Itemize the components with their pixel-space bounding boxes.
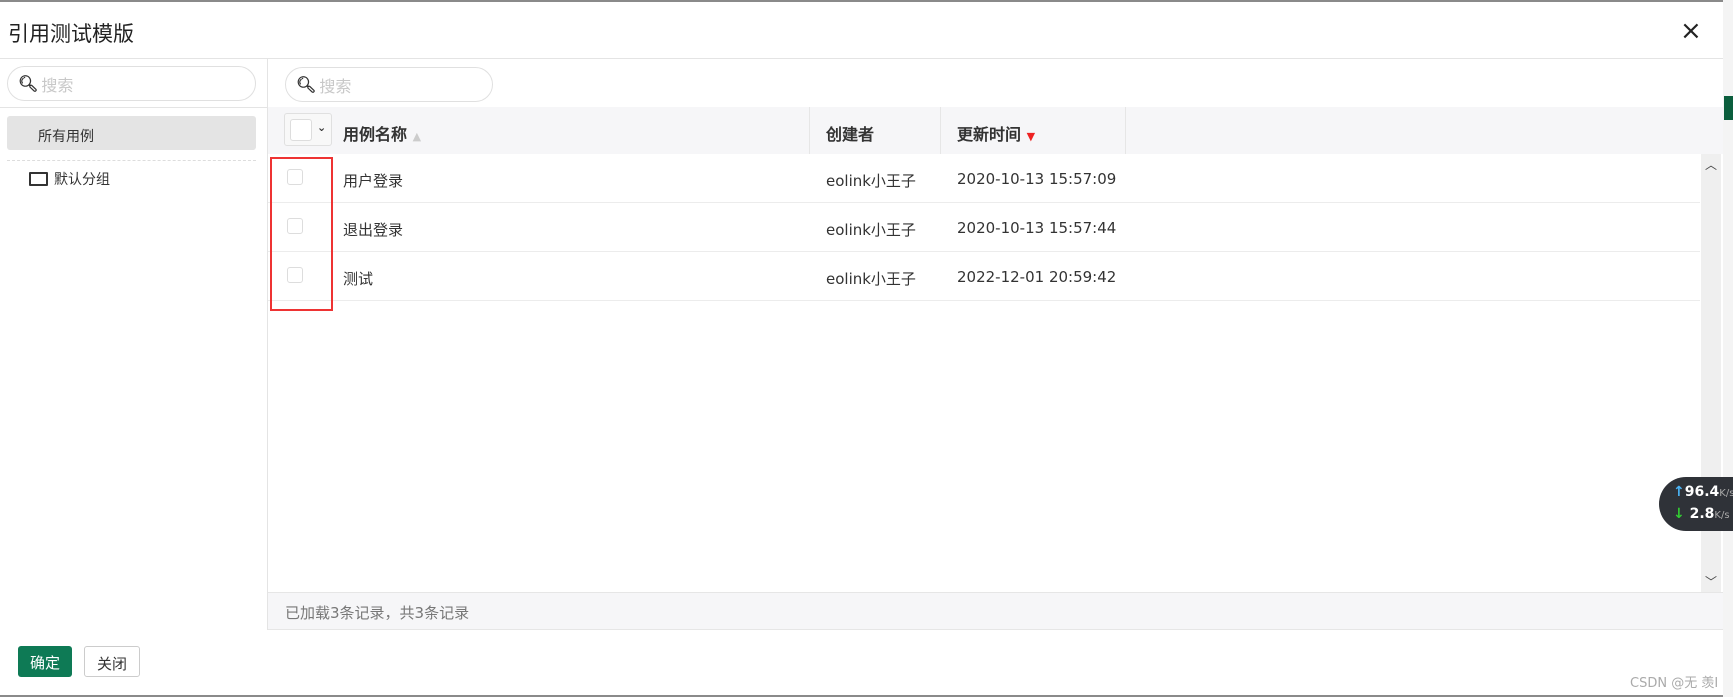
select-all-checkbox[interactable] — [290, 119, 312, 141]
highlight-box — [270, 157, 333, 311]
search-placeholder: 搜索 — [319, 76, 352, 96]
sidebar-item-all-cases[interactable]: 所有用例 — [7, 116, 256, 150]
sort-asc-icon[interactable]: ▲ — [413, 130, 421, 143]
column-label: 更新时间 — [957, 125, 1022, 144]
divider — [7, 160, 256, 161]
group-sidebar: 🔍︎ 搜索 所有用例 默认分组 — [0, 59, 268, 630]
search-icon: 🔍︎ — [296, 75, 317, 94]
watermark: CSDN @无 羡I — [1630, 676, 1719, 691]
network-speed-widget: ↑96.4K/s ↓ 2.8K/s — [1659, 477, 1733, 531]
case-search-input[interactable]: 🔍︎ 搜索 — [285, 67, 493, 102]
case-updated: 2022-12-01 20:59:42 — [957, 268, 1117, 286]
case-name: 退出登录 — [343, 221, 404, 239]
column-name[interactable]: 用例名称 ▲ — [327, 107, 810, 154]
load-status: 已加载3条记录，共3条记录 — [268, 592, 1723, 630]
table-header: ⌄ 用例名称 ▲ 创建者 更新时间 ▼ — [268, 107, 1723, 154]
case-updated: 2020-10-13 15:57:09 — [957, 170, 1117, 188]
dialog-title: 引用测试模版 — [8, 22, 134, 46]
speed-unit: K/s — [1714, 510, 1730, 521]
sidebar-item-default-group[interactable]: 默认分组 — [29, 169, 110, 189]
search-placeholder: 搜索 — [41, 75, 74, 95]
background-tab — [1724, 96, 1733, 120]
chevron-down-icon: ⌄ — [317, 121, 327, 134]
folder-icon — [29, 172, 48, 186]
confirm-button[interactable]: 确定 — [18, 646, 73, 677]
case-creator: eolink小王子 — [826, 221, 916, 239]
sort-desc-icon[interactable]: ▼ — [1027, 130, 1035, 143]
case-list-panel: 🔍︎ 搜索 ⌄ 用例名称 ▲ 创建者 更新时间 ▼ 用户登录 eolink小王子 2… — [268, 59, 1723, 630]
close-button[interactable]: 关闭 — [84, 646, 141, 677]
chevron-up-icon[interactable]: ︿ — [1705, 156, 1717, 173]
case-updated: 2020-10-13 15:57:44 — [957, 219, 1117, 237]
divider — [0, 107, 268, 108]
case-creator: eolink小王子 — [826, 172, 916, 190]
column-label: 创建者 — [826, 125, 875, 144]
chevron-down-icon[interactable]: ﹀ — [1705, 573, 1717, 590]
case-name: 用户登录 — [343, 172, 404, 190]
speed-unit: K/s — [1719, 488, 1733, 499]
case-name: 测试 — [343, 270, 374, 288]
search-icon: 🔍︎ — [18, 74, 39, 93]
arrow-down-icon: ↓ — [1673, 506, 1685, 522]
close-icon[interactable]: × — [1680, 16, 1702, 46]
table-row[interactable]: 退出登录 eolink小王子 2020-10-13 15:57:44 — [268, 203, 1700, 252]
column-creator[interactable]: 创建者 — [810, 107, 941, 154]
group-label: 默认分组 — [54, 172, 110, 188]
group-search-input[interactable]: 🔍︎ 搜索 — [7, 66, 256, 101]
case-creator: eolink小王子 — [826, 270, 916, 288]
table-row[interactable]: 用户登录 eolink小王子 2020-10-13 15:57:09 — [268, 154, 1700, 203]
arrow-up-icon: ↑ — [1673, 484, 1685, 500]
template-dialog: 引用测试模版 × 🔍︎ 搜索 所有用例 默认分组 🔍︎ 搜索 ⌄ 用例名称 ▲ … — [0, 2, 1723, 695]
column-updated[interactable]: 更新时间 ▼ — [941, 107, 1126, 154]
table-row[interactable]: 测试 eolink小王子 2022-12-01 20:59:42 — [268, 252, 1700, 301]
upload-speed: 96.4 — [1684, 484, 1720, 500]
download-speed: 2.8 — [1689, 506, 1715, 522]
column-label: 用例名称 — [343, 125, 408, 144]
select-all-dropdown[interactable]: ⌄ — [284, 113, 332, 146]
